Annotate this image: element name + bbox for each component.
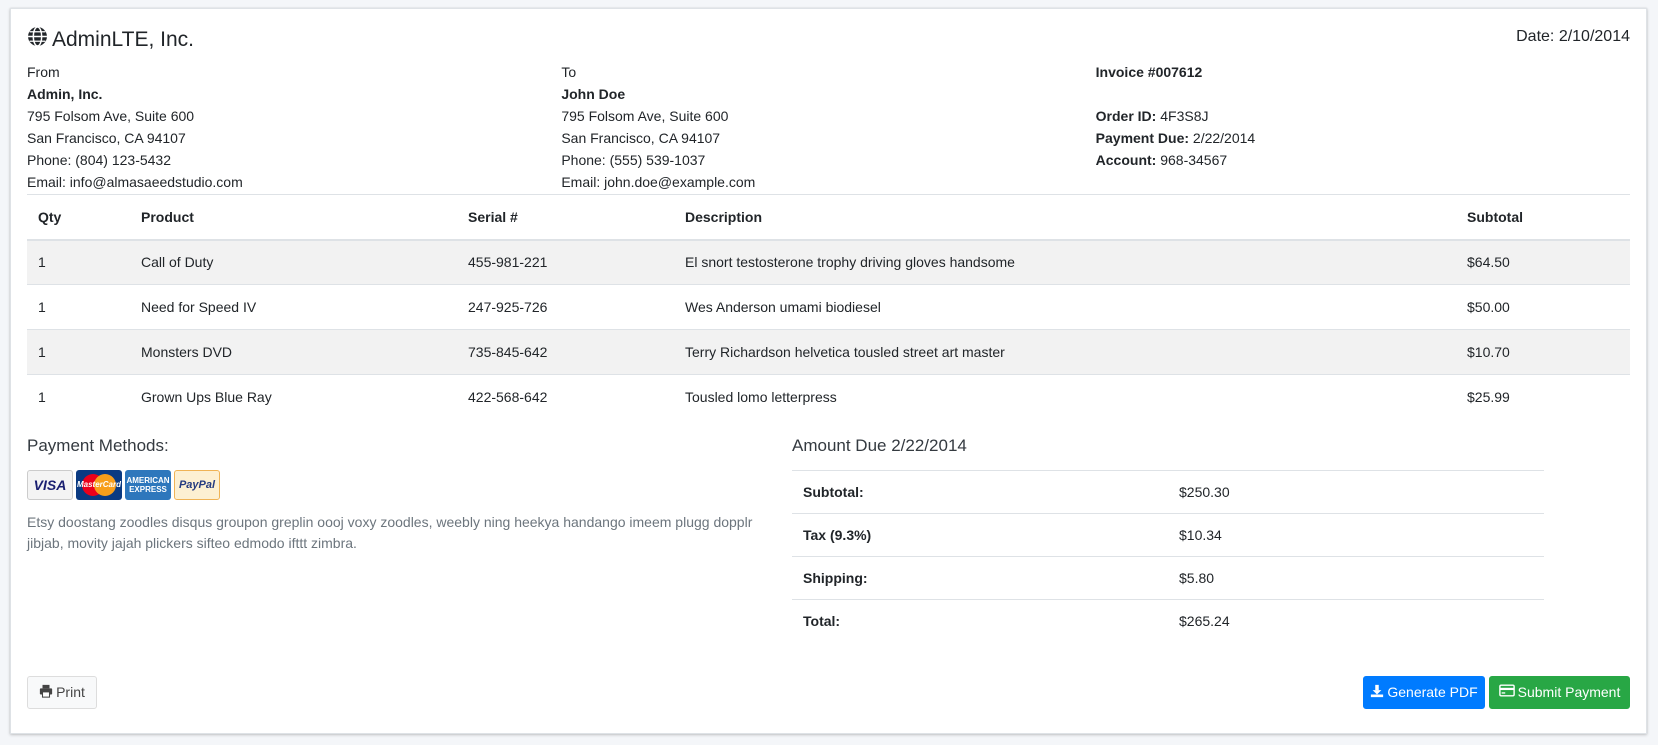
print-button[interactable]: Print [27,675,97,709]
from-email: Email: info@almasaeedstudio.com [27,174,243,190]
totals-row: Subtotal: $250.30 [792,469,1544,513]
to-label: To [561,64,577,80]
company-name: AdminLTE, Inc. [52,27,194,51]
invoice-info-row: From Admin, Inc. 795 Folsom Ave, Suite 6… [27,61,1630,194]
cell-serial: 455-981-221 [457,239,674,285]
table-row: 1 Need for Speed IV 247-925-726 Wes Ande… [27,284,1630,330]
order-id: Order ID: 4F3S8J [1095,108,1209,124]
print-label: Print [56,684,85,700]
totals-label: Subtotal: [792,469,1168,513]
items-table: Qty Product Serial # Description Subtota… [27,194,1630,420]
cell-product: Need for Speed IV [130,284,457,330]
totals-value: $250.30 [1168,469,1544,513]
mastercard-card-icon: MasterCard [76,469,122,500]
cell-qty: 1 [27,239,130,285]
totals-row: Total: $265.24 [792,598,1544,642]
totals-table: Subtotal: $250.30 Tax (9.3%) $10.34 Ship… [792,469,1544,642]
from-label: From [27,64,60,80]
header-description: Description [674,194,1456,241]
amount-due-panel: Amount Due 2/22/2014 Subtotal: $250.30 T… [792,434,1544,664]
header-qty: Qty [27,194,130,241]
from-name: Admin, Inc. [27,86,103,102]
totals-row: Tax (9.3%) $10.34 [792,512,1544,556]
submit-payment-button[interactable]: Submit Payment [1489,675,1630,709]
totals-value: $10.34 [1168,512,1544,556]
to-address: To John Doe 795 Folsom Ave, Suite 600 Sa… [561,61,1095,194]
from-address2: San Francisco, CA 94107 [27,130,186,146]
table-header-row: Qty Product Serial # Description Subtota… [27,194,1630,241]
paypal-card-icon: PayPal [174,469,220,500]
cell-product: Monsters DVD [130,329,457,375]
cell-subtotal: $10.70 [1456,329,1630,375]
cell-qty: 1 [27,329,130,375]
from-address: From Admin, Inc. 795 Folsom Ave, Suite 6… [27,61,561,194]
to-address1: 795 Folsom Ave, Suite 600 [561,108,729,124]
totals-value: $5.80 [1168,555,1544,599]
table-row: 1 Monsters DVD 735-845-642 Terry Richard… [27,329,1630,375]
print-icon [39,684,53,701]
invoice-date: Date: 2/10/2014 [1516,28,1630,45]
cell-description: Wes Anderson umami biodiesel [674,284,1456,330]
payment-methods: Payment Methods: VISA MasterCard AMERICA… [27,434,792,664]
header-product: Product [130,194,457,241]
cell-subtotal: $50.00 [1456,284,1630,330]
invoice: AdminLTE, Inc. Date: 2/10/2014 From Admi… [10,8,1647,734]
cell-product: Grown Ups Blue Ray [130,374,457,420]
cell-subtotal: $64.50 [1456,239,1630,285]
from-phone: Phone: (804) 123-5432 [27,152,171,168]
cell-serial: 247-925-726 [457,284,674,330]
download-icon [1370,684,1384,701]
cell-qty: 1 [27,284,130,330]
cell-qty: 1 [27,374,130,420]
company-brand: AdminLTE, Inc. [27,26,194,53]
to-email: Email: john.doe@example.com [561,174,756,190]
from-address1: 795 Folsom Ave, Suite 600 [27,108,195,124]
amount-due-title: Amount Due 2/22/2014 [792,435,967,455]
cell-description: Tousled lomo letterpress [674,374,1456,420]
globe-icon [27,26,52,53]
table-row: 1 Call of Duty 455-981-221 El snort test… [27,239,1630,285]
payment-cards: VISA MasterCard AMERICAN EXPRESS PayPal [27,469,792,503]
table-row: 1 Grown Ups Blue Ray 422-568-642 Tousled… [27,374,1630,420]
payment-note: Etsy doostang zoodles disqus groupon gre… [27,513,753,551]
cell-serial: 735-845-642 [457,329,674,375]
totals-label: Total: [792,598,1168,642]
header-serial: Serial # [457,194,674,241]
header-subtotal: Subtotal [1456,194,1630,241]
cell-description: El snort testosterone trophy driving glo… [674,239,1456,285]
invoice-number: Invoice #007612 [1095,64,1203,80]
payment-due: Payment Due: 2/22/2014 [1095,130,1256,146]
submit-payment-label: Submit Payment [1517,684,1621,700]
cell-subtotal: $25.99 [1456,374,1630,420]
invoice-details: Invoice #007612 Order ID: 4F3S8J Payment… [1096,61,1630,194]
visa-card-icon: VISA [27,469,73,500]
to-address2: San Francisco, CA 94107 [561,130,721,146]
totals-label: Shipping: [792,555,1168,599]
invoice-lower-section: Payment Methods: VISA MasterCard AMERICA… [27,434,1630,664]
cell-product: Call of Duty [130,239,457,285]
credit-card-icon [1498,684,1515,700]
invoice-actions: Print Generate PDF Submit Payment [27,664,1630,714]
generate-pdf-label: Generate PDF [1387,684,1478,700]
amex-card-icon: AMERICAN EXPRESS [125,469,171,500]
totals-label: Tax (9.3%) [792,512,1168,556]
generate-pdf-button[interactable]: Generate PDF [1363,675,1485,709]
to-name: John Doe [561,86,626,102]
cell-description: Terry Richardson helvetica tousled stree… [674,329,1456,375]
cell-serial: 422-568-642 [457,374,674,420]
totals-row: Shipping: $5.80 [792,555,1544,599]
totals-value: $265.24 [1168,598,1544,642]
payment-methods-title: Payment Methods: [27,435,169,455]
account: Account: 968-34567 [1095,152,1228,168]
invoice-header: AdminLTE, Inc. Date: 2/10/2014 [27,9,1630,61]
to-phone: Phone: (555) 539-1037 [561,152,706,168]
